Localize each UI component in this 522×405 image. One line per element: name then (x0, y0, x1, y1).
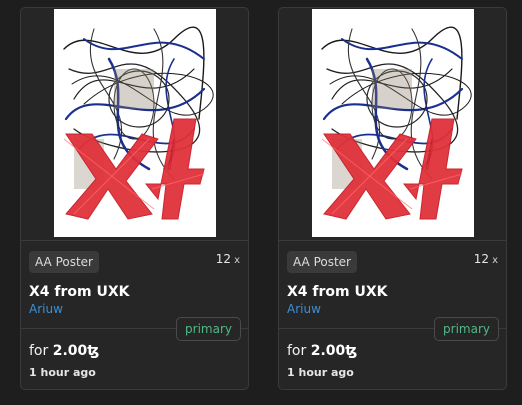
listing-time: 1 hour ago (29, 366, 96, 379)
artwork-image (312, 9, 474, 237)
card-grid: AA Poster 12 x X4 from UXK Ariuw primary … (0, 0, 522, 405)
price: for 2.00ꜩ (29, 341, 99, 361)
price-prefix: for (287, 343, 307, 359)
market-tag[interactable]: primary (434, 317, 499, 341)
nft-card[interactable]: AA Poster 12 x X4 from UXK Ariuw primary … (20, 7, 249, 390)
category-badge: AA Poster (29, 251, 99, 273)
category-badge: AA Poster (287, 251, 357, 273)
edition-count-value: 12 (473, 252, 490, 266)
price-value: 2.00 (52, 343, 88, 359)
artist-link[interactable]: Ariuw (29, 301, 63, 317)
edition-count: 12 x (216, 251, 240, 269)
artwork-thumbnail[interactable] (279, 8, 506, 241)
price-prefix: for (29, 343, 49, 359)
edition-count-suffix: x (234, 255, 240, 266)
artwork-title[interactable]: X4 from UXK (29, 283, 130, 301)
nft-card[interactable]: AA Poster 12 x X4 from UXK Ariuw primary … (278, 7, 507, 390)
artwork-title[interactable]: X4 from UXK (287, 283, 388, 301)
listing-time: 1 hour ago (287, 366, 354, 379)
currency-symbol: ꜩ (345, 343, 358, 359)
currency-symbol: ꜩ (87, 343, 100, 359)
market-tag[interactable]: primary (176, 317, 241, 341)
edition-count-value: 12 (215, 252, 232, 266)
price-value: 2.00 (310, 343, 346, 359)
artwork-thumbnail[interactable] (21, 8, 248, 241)
artwork-image (54, 9, 216, 237)
edition-count: 12 x (474, 251, 498, 269)
edition-count-suffix: x (492, 255, 498, 266)
artist-link[interactable]: Ariuw (287, 301, 321, 317)
price: for 2.00ꜩ (287, 341, 357, 361)
